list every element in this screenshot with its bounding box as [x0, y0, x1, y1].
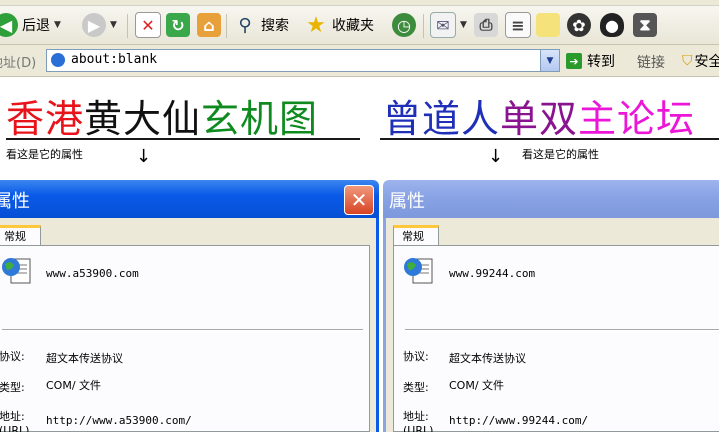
address-value: http://www.99244.com/	[449, 414, 589, 427]
type-value: COM/ 文件	[46, 379, 102, 392]
chevron-down-icon[interactable]: ▼	[54, 20, 61, 30]
general-panel: www.a53900.com 协议: 超文本传送协议 类型: COM/ 文件 地…	[0, 245, 370, 432]
edit-icon: ≡	[505, 12, 531, 38]
refresh-icon: ↻	[166, 13, 190, 37]
protocol-value: 超文本传送协议	[449, 352, 526, 365]
protocol-label: 协议:	[403, 350, 429, 363]
standard-toolbar: ◀ 后退 ▼ ▶ ▼ ✕ ↻ ⌂ ⚲ 搜索 ★ 收藏夹 ◷ ✉ ▼ ⎙ ≡ ✿	[0, 6, 719, 45]
headline-underline	[380, 138, 719, 140]
headline-part: 主论坛	[578, 97, 696, 141]
address-bar: 地址(D) about:blank ▼ ➔ 转到 链接 ⛉ 安全	[0, 45, 719, 77]
close-button[interactable]: ✕	[344, 185, 374, 215]
forward-arrow-icon: ▶	[82, 13, 106, 37]
general-panel: www.99244.com 协议: 超文本传送协议 类型: COM/ 文件 地址…	[393, 245, 719, 432]
address-value: http://www.a53900.com/	[46, 414, 192, 427]
qq-button[interactable]: ●	[600, 10, 624, 40]
dialog-title-bar[interactable]: 属性	[383, 180, 719, 218]
shortcut-name: www.99244.com	[449, 267, 536, 280]
media-button[interactable]: ⧗	[633, 10, 657, 40]
history-icon: ◷	[392, 13, 416, 37]
headline-part: 玄机图	[201, 97, 319, 141]
edit-button[interactable]: ≡	[505, 10, 531, 40]
headline-part: 黄大仙	[84, 97, 202, 141]
back-arrow-icon: ◀	[0, 13, 18, 37]
penguin-icon: ●	[600, 13, 624, 37]
protocol-label: 协议:	[0, 350, 25, 363]
back-button[interactable]: ◀ 后退 ▼	[0, 10, 61, 40]
headline-right: 曾道人单双主论坛	[383, 88, 695, 143]
go-button[interactable]: ➔ 转到	[566, 51, 615, 71]
address-label: 地址(D)	[0, 56, 37, 71]
address-label: 地址:	[403, 410, 429, 423]
address-label-sub: (URL)	[403, 424, 434, 432]
tab-general[interactable]: 常规	[0, 225, 41, 246]
messenger-button[interactable]: ✿	[567, 10, 591, 40]
headline-part: 曾道人	[383, 97, 501, 141]
headline-underline	[6, 138, 360, 140]
close-icon: ✕	[350, 188, 368, 212]
toolbar-separator	[423, 14, 424, 38]
home-icon: ⌂	[197, 13, 221, 37]
dialog-body: 常规 www.99244.com 协议: 超文本传送协议 类型: COM/ 文件…	[383, 218, 719, 432]
address-label: 地址:	[0, 410, 25, 423]
toolbar-separator	[127, 14, 128, 38]
chevron-down-icon[interactable]: ▼	[460, 20, 467, 30]
properties-dialog-left: 属性 ✕ 常规 www.a53900.com 协议: 超文本传送协议 类型: C…	[0, 180, 379, 432]
arrow-down-icon: ↓	[488, 146, 504, 167]
home-button[interactable]: ⌂	[197, 10, 221, 40]
internet-shortcut-icon	[2, 258, 31, 284]
tab-general[interactable]: 常规	[393, 225, 439, 246]
search-button[interactable]: ⚲ 搜索	[233, 10, 289, 40]
discuss-button[interactable]	[536, 10, 560, 40]
security-button[interactable]: ⛉ 安全	[682, 51, 719, 71]
mail-button[interactable]: ✉ ▼	[430, 10, 467, 40]
dialog-body: 常规 www.a53900.com 协议: 超文本传送协议 类型: COM/ 文…	[0, 218, 379, 432]
go-arrow-icon: ➔	[566, 53, 582, 69]
links-button[interactable]: 链接	[637, 52, 665, 72]
printer-icon: ⎙	[474, 13, 498, 37]
headline-part: 香港	[6, 97, 85, 141]
properties-dialog-right: 属性 常规 www.99244.com 协议: 超文本传送协议 类型: COM/…	[383, 180, 719, 432]
stop-icon: ✕	[135, 12, 161, 38]
arrow-down-icon: ↓	[136, 146, 152, 167]
divider	[2, 329, 363, 331]
dialog-title-bar[interactable]: 属性 ✕	[0, 180, 379, 218]
shield-icon: ⛉	[682, 53, 693, 69]
ie-page-icon	[51, 53, 65, 67]
film-reel-icon: ✿	[567, 13, 591, 37]
star-icon: ★	[306, 12, 326, 38]
divider	[405, 329, 719, 331]
stop-button[interactable]: ✕	[135, 10, 161, 40]
chevron-down-icon[interactable]: ▼	[110, 20, 117, 30]
toolbar-separator	[226, 14, 227, 38]
hint-text-right: 看这是它的属性	[522, 148, 599, 161]
protocol-value: 超文本传送协议	[46, 352, 123, 365]
mail-icon: ✉	[430, 12, 456, 38]
forward-button[interactable]: ▶ ▼	[82, 10, 117, 40]
refresh-button[interactable]: ↻	[166, 10, 190, 40]
type-value: COM/ 文件	[449, 379, 505, 392]
hint-text-left: 看这是它的属性	[6, 148, 83, 161]
history-button[interactable]: ◷	[392, 10, 416, 40]
chevron-down-icon[interactable]: ▼	[540, 50, 559, 71]
print-button[interactable]: ⎙	[474, 10, 498, 40]
headline-left: 香港黄大仙玄机图	[6, 88, 318, 143]
type-label: 类型:	[0, 381, 25, 394]
sticky-note-icon	[536, 13, 560, 37]
hourglass-icon: ⧗	[633, 13, 657, 37]
favorites-button[interactable]: ★ 收藏夹	[304, 10, 374, 40]
search-icon: ⚲	[238, 14, 252, 36]
address-label-sub: (URL)	[0, 424, 30, 432]
type-label: 类型:	[403, 381, 429, 394]
internet-shortcut-icon	[404, 258, 433, 284]
headline-part: 单双	[500, 97, 579, 141]
shortcut-name: www.a53900.com	[46, 267, 139, 280]
address-input[interactable]: about:blank ▼	[46, 49, 560, 72]
